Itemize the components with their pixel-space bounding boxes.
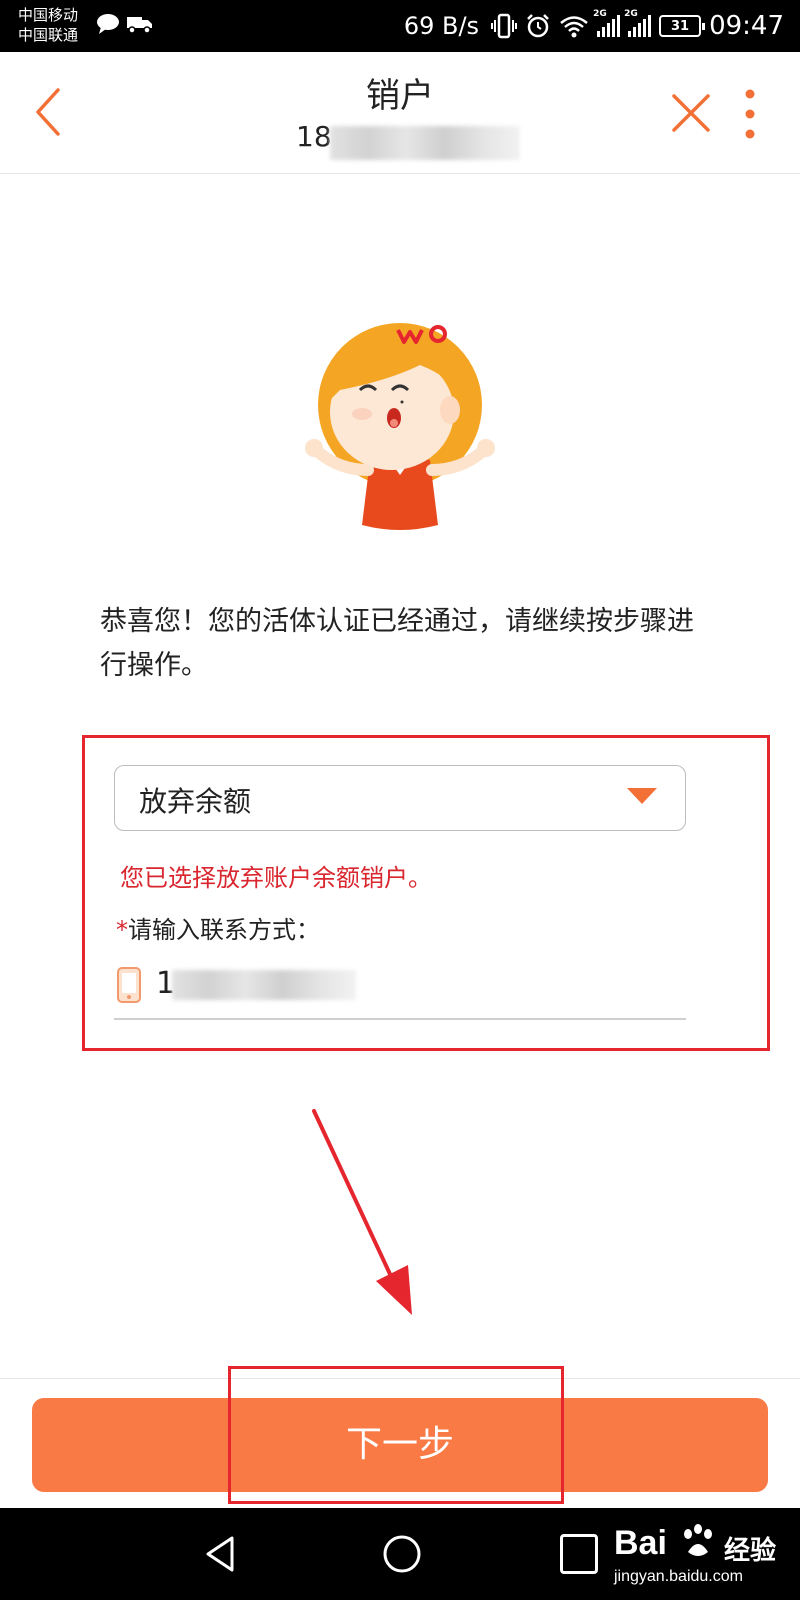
annotation-arrow <box>312 1109 412 1315</box>
watermark-brand: Bai <box>614 1524 667 1562</box>
signal-1-tag: 2G <box>593 9 607 19</box>
balance-option-select[interactable]: 放弃余额 <box>114 765 686 831</box>
select-value: 放弃余额 <box>139 785 252 818</box>
contact-input-underline <box>114 1018 686 1020</box>
contact-field-label: *请输入联系方式： <box>116 910 320 945</box>
baidu-jingyan-watermark: Bai 经验 jingyan.baidu.com <box>612 1520 792 1590</box>
watermark-url: jingyan.baidu.com <box>614 1568 743 1585</box>
chat-bubble-icon <box>97 14 119 34</box>
annotation-highlight-button <box>228 1366 564 1504</box>
paw-logo-icon <box>684 1524 712 1556</box>
network-speed: 69 B/s <box>403 12 480 40</box>
nav-recent-apps-icon[interactable] <box>560 1534 598 1574</box>
dropdown-arrow-icon <box>627 788 657 804</box>
mascot-illustration <box>305 323 495 530</box>
signal-1-icon: 2G <box>593 9 621 37</box>
mobile-phone-icon <box>117 967 141 1003</box>
nav-home-icon[interactable] <box>380 1532 424 1576</box>
verification-message: 恭喜您！您的活体认证已经通过，请继续按步骤进行操作。 <box>100 606 694 681</box>
clock: 09:47 <box>709 11 784 41</box>
status-bar: 中国移动 中国联通 69 B/s 2G 2G 31 09:47 <box>0 0 800 52</box>
watermark-product: 经验 <box>724 1536 777 1566</box>
redacted-phone-number <box>330 126 520 160</box>
alarm-icon <box>527 14 549 38</box>
required-mark: * <box>116 916 128 944</box>
nav-back-icon[interactable] <box>200 1532 244 1576</box>
close-icon[interactable] <box>668 90 714 136</box>
carrier-1: 中国移动 <box>18 6 79 24</box>
contact-label-text: 请输入联系方式： <box>128 916 320 944</box>
selection-notice: 您已选择放弃账户余额销户。 <box>120 864 432 892</box>
redacted-contact-number <box>172 970 356 1000</box>
status-right: 69 B/s 2G 2G 31 09:47 <box>404 8 784 44</box>
navigation-bar: Bai 经验 jingyan.baidu.com <box>0 1508 800 1600</box>
page-subtitle: 18 <box>296 120 332 153</box>
more-vertical-icon[interactable] <box>740 86 760 142</box>
vibrate-icon <box>491 13 518 39</box>
signal-2-tag: 2G <box>624 9 638 19</box>
phone-number-visible: 18 <box>296 120 332 153</box>
notification-icons <box>96 13 154 35</box>
wifi-icon <box>560 16 588 38</box>
delivery-truck-icon <box>127 17 152 34</box>
carrier-info: 中国移动 中国联通 <box>18 5 78 45</box>
battery-icon: 31 <box>659 15 706 37</box>
battery-level: 31 <box>671 18 690 34</box>
carrier-2: 中国联通 <box>18 26 79 44</box>
app-header: 销户 18 <box>0 52 800 174</box>
signal-2-icon: 2G <box>624 9 652 37</box>
